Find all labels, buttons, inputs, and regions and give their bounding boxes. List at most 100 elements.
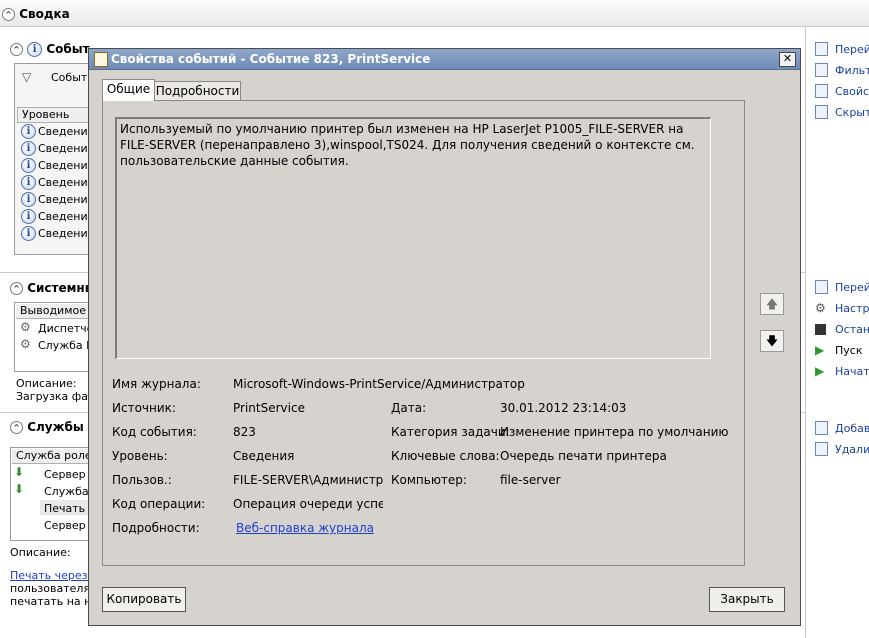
role-link[interactable]: Печать через И bbox=[10, 569, 99, 582]
close-icon[interactable]: ✕ bbox=[779, 52, 796, 67]
info-icon: i bbox=[27, 42, 43, 57]
computer-value[interactable]: file-server bbox=[500, 473, 561, 487]
details-link-wrap: Веб-справка журнала bbox=[236, 521, 374, 535]
user-value[interactable]: FILE-SERVER\Администрато bbox=[233, 473, 383, 487]
previous-event-button[interactable]: 🡅 bbox=[760, 293, 784, 315]
dialog-title: Свойства событий - Событие 823, PrintSer… bbox=[111, 52, 431, 66]
event-row[interactable]: Сведения bbox=[38, 193, 94, 206]
tab-details[interactable]: Подробности bbox=[154, 81, 241, 101]
event-row[interactable]: Сведения bbox=[38, 125, 94, 138]
roles-description-text2: печатать на н bbox=[10, 595, 92, 608]
action-link[interactable]: Перей bbox=[835, 43, 869, 56]
next-event-button[interactable]: 🡇 bbox=[760, 330, 784, 352]
summary-header[interactable]: ^ Сводка bbox=[2, 7, 70, 21]
events-filter-text: Событ bbox=[51, 71, 88, 84]
actions-pane-divider bbox=[805, 26, 806, 638]
info-icon: i bbox=[21, 141, 36, 156]
system-section-title: Системны bbox=[27, 281, 96, 295]
roles-description-text1: пользователям bbox=[10, 582, 99, 595]
date-label: Дата: bbox=[391, 401, 427, 415]
system-column-header[interactable]: Выводимое и bbox=[16, 304, 97, 319]
system-row[interactable]: Диспетче bbox=[38, 322, 93, 335]
dialog-titlebar[interactable]: Свойства событий - Событие 823, PrintSer… bbox=[89, 49, 800, 70]
computer-label: Компьютер: bbox=[391, 473, 467, 487]
source-value[interactable]: PrintService bbox=[233, 401, 305, 415]
settings-icon: ⚙ bbox=[815, 301, 826, 315]
level-value[interactable]: Сведения bbox=[233, 449, 294, 463]
log-name-value[interactable]: Microsoft-Windows-PrintService/Администр… bbox=[233, 377, 525, 391]
roles-description-label: Описание: bbox=[10, 546, 71, 559]
install-icon: ⬇ bbox=[14, 465, 25, 479]
event-description[interactable]: Используемый по умолчанию принтер был из… bbox=[115, 117, 711, 359]
event-viewer-icon bbox=[94, 52, 108, 67]
task-category-value[interactable]: Изменение принтера по умолчанию bbox=[500, 425, 729, 439]
source-label: Источник: bbox=[112, 401, 176, 415]
event-row[interactable]: Сведения bbox=[38, 227, 94, 240]
gear-icon: ⚙ bbox=[20, 337, 31, 351]
action-link[interactable]: Скрыт bbox=[835, 106, 869, 119]
details-label: Подробности: bbox=[112, 521, 200, 535]
collapse-icon: ^ bbox=[10, 43, 23, 56]
info-icon: i bbox=[21, 124, 36, 139]
stop-icon bbox=[815, 324, 826, 335]
action-link[interactable]: Добав bbox=[835, 422, 869, 435]
opcode-value[interactable]: Операция очереди успешн bbox=[233, 497, 383, 511]
copy-button[interactable]: Копировать bbox=[102, 587, 186, 612]
tab-general[interactable]: Общие bbox=[102, 79, 155, 101]
summary-title: Сводка bbox=[19, 7, 70, 21]
roles-section-header[interactable]: ^ Службы р bbox=[10, 420, 97, 434]
filter-icon bbox=[815, 63, 828, 77]
event-row[interactable]: Сведения bbox=[38, 142, 94, 155]
action-link[interactable]: Свойс bbox=[835, 85, 869, 98]
add-icon bbox=[815, 421, 828, 435]
play-icon: ▶ bbox=[815, 343, 825, 357]
install-icon: ⬇ bbox=[14, 482, 25, 496]
system-description-label: Описание: bbox=[16, 377, 77, 390]
summary-header-bar bbox=[0, 0, 869, 27]
keywords-label: Ключевые слова: bbox=[391, 449, 500, 463]
action-link[interactable]: Пуск bbox=[835, 344, 862, 357]
keywords-value[interactable]: Очередь печати принтера bbox=[500, 449, 667, 463]
event-row[interactable]: Сведения bbox=[38, 159, 94, 172]
roles-description-link[interactable]: Печать через И bbox=[10, 569, 99, 582]
start-icon: ▶ bbox=[815, 364, 825, 378]
action-link[interactable]: Удалит bbox=[835, 443, 869, 456]
opcode-label: Код операции: bbox=[112, 497, 206, 511]
roles-column-header[interactable]: Служба ролей bbox=[12, 449, 99, 464]
action-link[interactable]: Начать bbox=[835, 365, 869, 378]
task-category-label: Категория задачи: bbox=[391, 425, 510, 439]
event-row[interactable]: Сведения bbox=[38, 210, 94, 223]
events-section-header[interactable]: ^ i Событ bbox=[10, 42, 90, 57]
date-value[interactable]: 30.01.2012 23:14:03 bbox=[500, 401, 626, 415]
event-id-label: Код события: bbox=[112, 425, 197, 439]
close-button[interactable]: Закрыть bbox=[709, 587, 785, 612]
event-log-help-link[interactable]: Веб-справка журнала bbox=[236, 521, 374, 535]
go-to-icon bbox=[815, 280, 828, 294]
action-link[interactable]: Перей bbox=[835, 281, 869, 294]
event-id-value[interactable]: 823 bbox=[233, 425, 256, 439]
roles-section-title: Службы р bbox=[27, 420, 97, 434]
system-section-header[interactable]: ^ Системны bbox=[10, 281, 96, 295]
collapse-icon: ^ bbox=[10, 421, 23, 434]
action-link[interactable]: Настро bbox=[835, 302, 869, 315]
event-row[interactable]: Сведения bbox=[38, 176, 94, 189]
events-column-header[interactable]: Уровень bbox=[17, 107, 98, 123]
event-properties-dialog: Свойства событий - Событие 823, PrintSer… bbox=[88, 48, 801, 626]
properties-icon bbox=[815, 84, 828, 98]
collapse-icon: ^ bbox=[2, 8, 15, 21]
info-icon: i bbox=[21, 158, 36, 173]
info-icon: i bbox=[21, 175, 36, 190]
remove-icon bbox=[815, 442, 828, 456]
user-label: Пользов.: bbox=[112, 473, 172, 487]
level-label: Уровень: bbox=[112, 449, 168, 463]
role-row[interactable]: Служба bbox=[44, 485, 89, 498]
log-name-label: Имя журнала: bbox=[112, 377, 201, 391]
hide-icon bbox=[815, 105, 828, 119]
gear-icon: ⚙ bbox=[20, 320, 31, 334]
action-link[interactable]: Фильтр bbox=[835, 64, 869, 77]
info-icon: i bbox=[21, 192, 36, 207]
events-section-title: Событ bbox=[46, 42, 90, 56]
action-link[interactable]: Остано bbox=[835, 323, 869, 336]
info-icon: i bbox=[21, 226, 36, 241]
filter-icon: ▽ bbox=[22, 70, 32, 84]
